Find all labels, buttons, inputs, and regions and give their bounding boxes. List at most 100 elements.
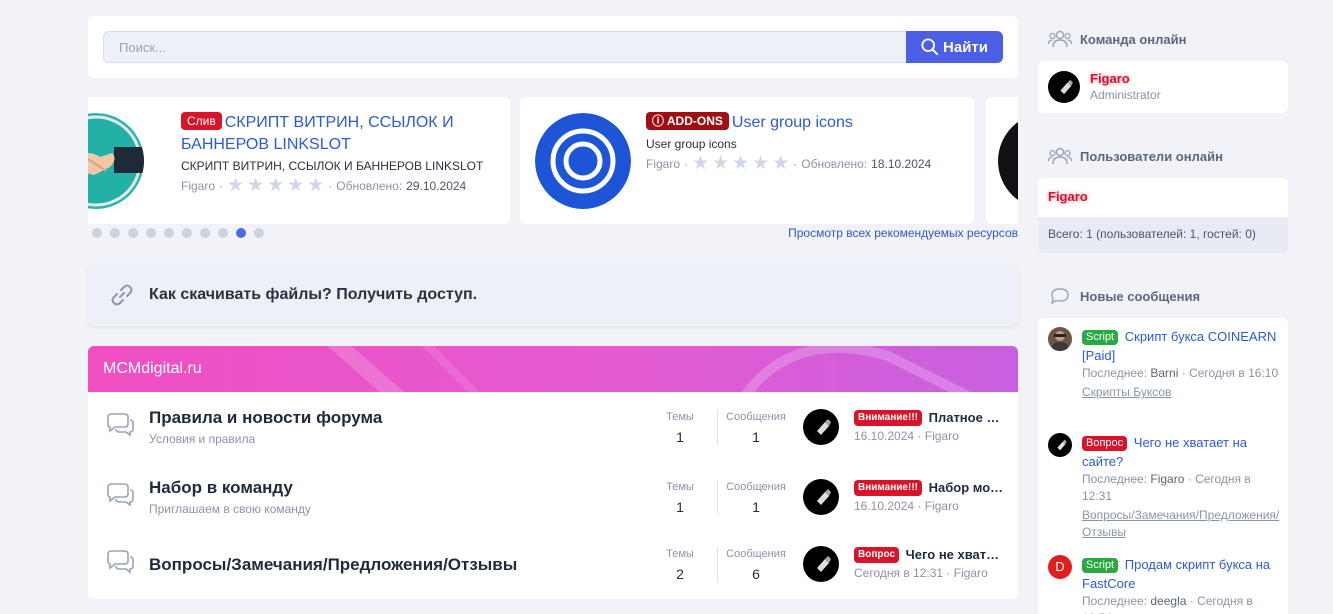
speech-bubble-icon — [1050, 288, 1069, 305]
featured-card-description: User group icons — [646, 137, 737, 151]
messages-count: 1 — [752, 429, 760, 445]
prefix-badge: Script — [1082, 558, 1119, 573]
avatar[interactable] — [803, 546, 839, 582]
carousel-dot[interactable] — [254, 228, 264, 238]
messages-count: 6 — [752, 566, 760, 582]
message-user[interactable]: Barni — [1150, 366, 1178, 380]
team-online-card: Figaro Administrator — [1038, 61, 1288, 113]
message-forum-link[interactable]: Скрипты Буксов — [1082, 384, 1282, 401]
node-title[interactable]: Правила и новости форума — [149, 408, 382, 428]
avatar[interactable] — [803, 409, 839, 445]
forum-node-row: Набор в команду Приглашаем в свою команд… — [88, 462, 1018, 532]
featured-card-partial[interactable] — [986, 97, 1018, 224]
node-title[interactable]: Вопросы/Замечания/Предложения/Отзывы — [149, 555, 517, 575]
last-post-title-text[interactable]: Чего не хватает на сайте? — [906, 547, 1004, 562]
staff-username[interactable]: Figaro — [1090, 71, 1161, 86]
messages-stat: Сообщения 6 — [724, 548, 788, 582]
message-title[interactable]: Script Скрипт букса COINEARN [Paid] — [1082, 327, 1282, 365]
carousel-dot[interactable] — [92, 228, 102, 238]
featured-card-meta: Figaro · ★ ★ ★ ★ ★ · Обновлено: 29.10.2024 — [181, 176, 501, 196]
carousel-dot-active[interactable] — [236, 228, 246, 238]
category-header[interactable]: MCMdigital.ru — [88, 346, 1018, 392]
node-title[interactable]: Набор в команду — [149, 478, 293, 498]
resource-image-handshake[interactable] — [88, 113, 144, 209]
chat-bubbles-icon — [107, 483, 134, 507]
divider — [717, 410, 718, 444]
link-icon — [111, 284, 133, 306]
threads-label: Темы — [666, 548, 694, 560]
last-post-date[interactable]: Сегодня в 12:31 — [854, 566, 943, 580]
avatar[interactable] — [803, 479, 839, 515]
carousel-dot[interactable] — [128, 228, 138, 238]
message-time[interactable]: Сегодня в 16:10 — [1189, 366, 1278, 380]
carousel-dot[interactable] — [146, 228, 156, 238]
users-online-card: Figaro — [1038, 178, 1288, 217]
carousel-dot[interactable] — [200, 228, 210, 238]
message-meta: Последнее: deegla · Сегодня в 10:54 — [1082, 593, 1282, 614]
threads-label: Темы — [666, 411, 694, 423]
last-post-title[interactable]: Вопрос Чего не хватает на сайте? — [854, 547, 1004, 563]
carousel-dot[interactable] — [218, 228, 228, 238]
prefix-badge: Внимание!!! — [854, 410, 922, 426]
message-forum-link[interactable]: Вопросы/Замечания/Предложения/Отзывы — [1082, 507, 1282, 541]
new-messages-header: Новые сообщения — [1048, 287, 1200, 305]
carousel-dot[interactable] — [182, 228, 192, 238]
star-icon: ★ — [752, 153, 770, 174]
message-user[interactable]: Figaro — [1150, 472, 1184, 486]
search-button[interactable]: Найти — [906, 31, 1003, 63]
featured-carousel: Слив СКРИПТ ВИТРИН, ССЫЛОК И БАННЕРОВ LIN… — [88, 97, 1018, 224]
featured-card[interactable]: ⓘ ADD-ONS User group icons User group ico… — [520, 97, 974, 224]
featured-card-description: СКРИПТ ВИТРИН, ССЫЛОК И БАННЕРОВ LINKSLO… — [181, 159, 484, 173]
last-post-date[interactable]: 16.10.2024 — [854, 429, 914, 443]
last-label: Последнее: — [1082, 366, 1148, 380]
category-title[interactable]: MCMdigital.ru — [103, 360, 202, 378]
forum-category-block: MCMdigital.ru Правила и новости форума У… — [88, 346, 1018, 599]
prefix-badge: Вопрос — [1082, 436, 1128, 451]
featured-card-meta: Figaro · ★ ★ ★ ★ ★ · Обновлено: 18.10.2024 — [646, 154, 966, 174]
online-username[interactable]: Figaro — [1048, 189, 1088, 204]
resource-image-rings[interactable] — [535, 113, 631, 209]
last-post-user[interactable]: Figaro — [925, 499, 959, 513]
last-post-user[interactable]: Figaro — [954, 566, 988, 580]
star-icon: ★ — [712, 153, 730, 174]
featured-card-title-text[interactable]: User group icons — [732, 114, 853, 131]
prefix-badge: Script — [1082, 330, 1119, 345]
last-post-title-text[interactable]: Набор модераторов — [929, 480, 1004, 495]
featured-card-title-text[interactable]: СКРИПТ ВИТРИН, ССЫЛОК И БАННЕРОВ LINKSLO… — [181, 114, 454, 153]
message-title[interactable]: Script Продам скрипт букса на FastCore — [1082, 555, 1282, 593]
message-user[interactable]: deegla — [1150, 594, 1186, 608]
view-all-featured-link[interactable]: Просмотр всех рекомендуемых ресурсов — [788, 226, 1018, 240]
last-post-title[interactable]: Внимание!!! Набор модераторов — [854, 480, 1004, 496]
search-button-label: Найти — [943, 38, 988, 56]
author-link[interactable]: Figaro — [646, 154, 680, 174]
avatar[interactable]: D — [1048, 555, 1072, 579]
notice-text[interactable]: Как скачивать файлы? Получить доступ. — [149, 286, 477, 304]
users-online-title: Пользователи онлайн — [1080, 148, 1223, 164]
star-icon: ★ — [267, 175, 285, 196]
avatar[interactable] — [1048, 71, 1080, 103]
users-online-header: Пользователи онлайн — [1048, 147, 1223, 165]
message-title[interactable]: Вопрос Чего не хватает на сайте? — [1082, 433, 1282, 471]
info-icon: ⓘ — [652, 114, 667, 128]
forum-node-row: Вопросы/Замечания/Предложения/Отзывы Тем… — [88, 532, 1018, 599]
featured-card[interactable]: Слив СКРИПТ ВИТРИН, ССЫЛОК И БАННЕРОВ LIN… — [88, 97, 510, 224]
carousel-dot[interactable] — [110, 228, 120, 238]
author-link[interactable]: Figaro — [181, 176, 215, 196]
featured-card-title[interactable]: ⓘ ADD-ONS User group icons — [646, 112, 966, 134]
search-input[interactable] — [103, 31, 908, 63]
search-panel: Найти — [88, 16, 1018, 78]
last-post-title-text[interactable]: Платное пользование — [929, 410, 1004, 425]
resource-image[interactable] — [998, 113, 1018, 209]
last-post-user[interactable]: Figaro — [925, 429, 959, 443]
featured-card-title[interactable]: Слив СКРИПТ ВИТРИН, ССЫЛОК И БАННЕРОВ LIN… — [181, 112, 501, 156]
avatar[interactable] — [1048, 433, 1072, 457]
last-post-date[interactable]: 16.10.2024 — [854, 499, 914, 513]
last-post: Вопрос Чего не хватает на сайте? Сегодня… — [854, 547, 1004, 580]
avatar[interactable] — [1048, 327, 1072, 351]
messages-label: Сообщения — [726, 411, 786, 423]
last-post-meta: 16.10.2024 · Figaro — [854, 429, 959, 443]
forum-node-row: Правила и новости форума Условия и прави… — [88, 392, 1018, 462]
carousel-dot[interactable] — [164, 228, 174, 238]
rating-stars: ★ ★ ★ ★ ★ — [227, 175, 324, 196]
last-post-title[interactable]: Внимание!!! Платное пользование — [854, 410, 1004, 426]
